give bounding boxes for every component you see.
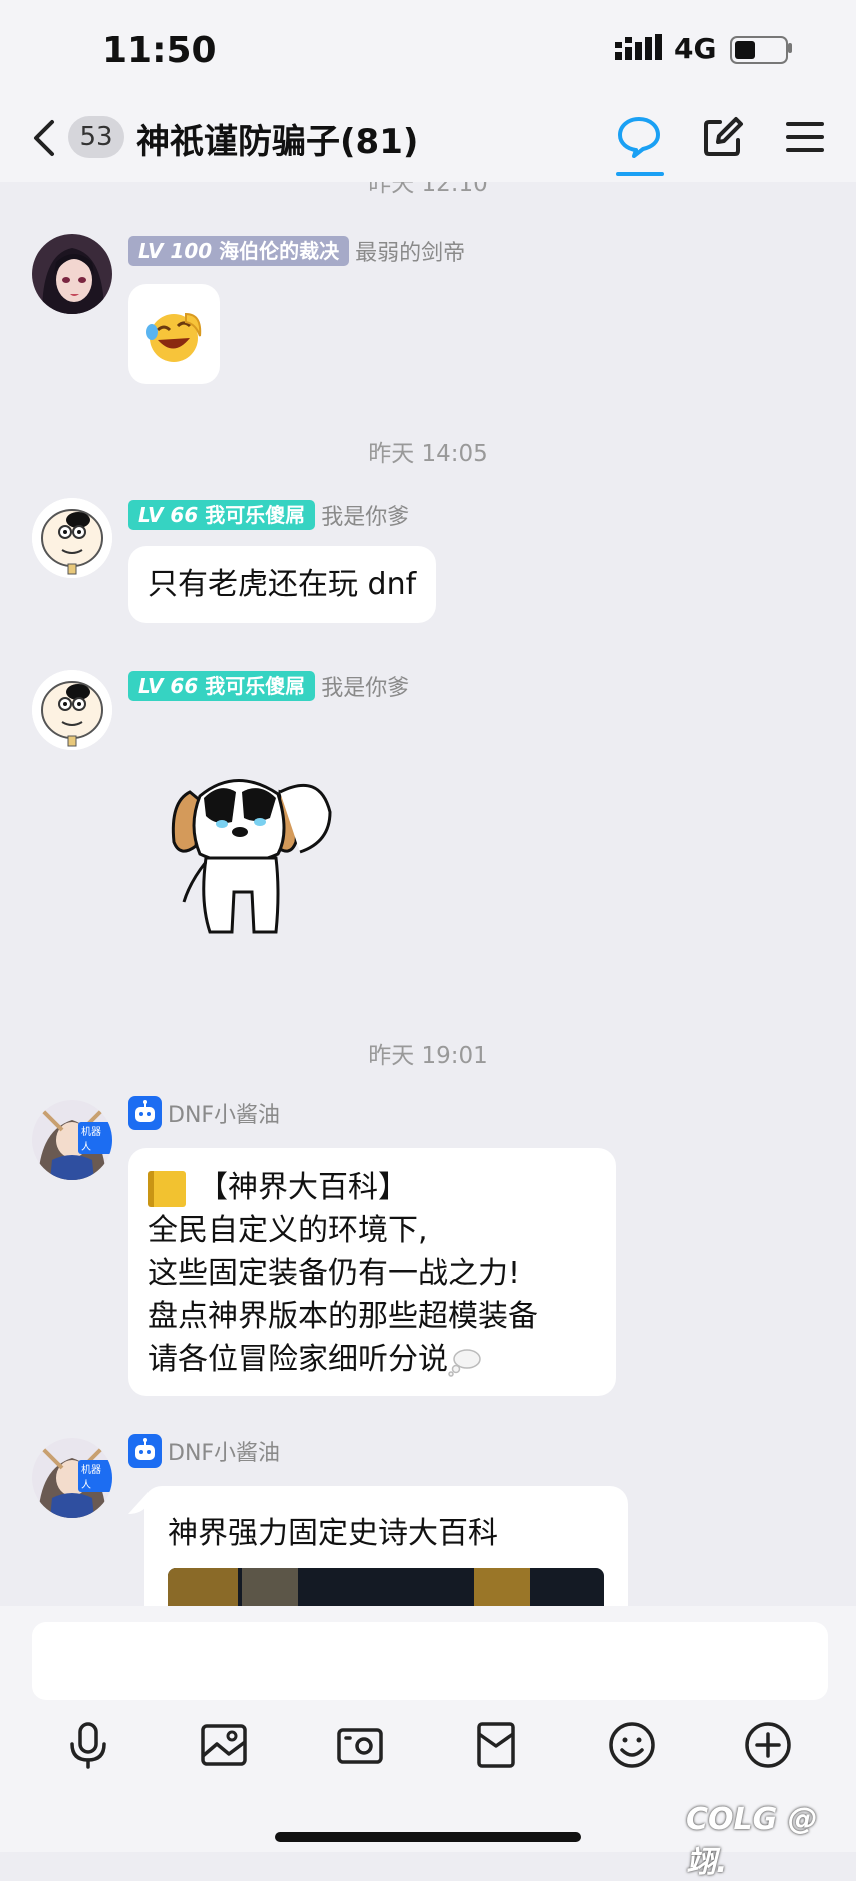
message-line-text: 请各位冒险家细听分说 (148, 1342, 448, 1377)
message-line: 这些固定装备仍有一战之力! (148, 1256, 521, 1291)
message-text: 只有老虎还在玩 dnf (148, 567, 417, 602)
timestamp: 昨天 12:10 (368, 182, 488, 197)
message-input[interactable] (32, 1622, 828, 1700)
status-bar: 11:50 4G (0, 0, 856, 100)
sender-line: LV 66 我可乐傻屌 我是你爹 (128, 670, 409, 702)
emoji-bubble[interactable] (128, 284, 220, 384)
level-title: 海伯伦的裁决 (219, 239, 340, 263)
avatar-image (32, 498, 112, 578)
chat-tab-indicator (616, 172, 664, 176)
sender-line: LV 100 海伯伦的裁决 最弱的剑帝 (128, 235, 465, 267)
chat-header: 53 神祇谨防骗子(81) (0, 100, 856, 182)
avatar[interactable]: 机器人 (32, 1438, 112, 1518)
menu-icon[interactable] (782, 114, 828, 160)
dog-sticker[interactable] (160, 762, 360, 942)
level-title: 我可乐傻屌 (205, 674, 306, 698)
message-bubble[interactable]: 【神界大百科】 全民自定义的环境下, 这些固定装备仍有一战之力! 盘点神界版本的… (128, 1148, 616, 1396)
equipment-icon (168, 1568, 238, 1606)
message-line: 【神界大百科】 (148, 1166, 538, 1209)
avatar[interactable] (32, 670, 112, 750)
sender-line: DNF小酱油 (128, 1096, 280, 1130)
sender-name[interactable]: 最弱的剑帝 (355, 235, 465, 267)
timestamp: 昨天 19:01 (368, 1043, 488, 1069)
avatar[interactable]: 机器人 (32, 1100, 112, 1180)
equipment-icon (242, 1568, 298, 1606)
level-number: LV 66 (138, 674, 199, 698)
unread-count-badge[interactable]: 53 (68, 116, 124, 158)
home-indicator[interactable] (275, 1832, 581, 1842)
saluting-dog-sticker-icon (171, 779, 332, 934)
card-message[interactable]: 神界强力固定史诗大百科 (128, 1486, 628, 1606)
avatar[interactable] (32, 234, 112, 314)
message-line: 全民自定义的环境下, (148, 1213, 428, 1248)
avatar[interactable] (32, 498, 112, 578)
sender-line: DNF小酱油 (128, 1434, 280, 1468)
card-image (168, 1568, 604, 1606)
message-line: 请各位冒险家细听分说 (148, 1338, 538, 1381)
chat-icon[interactable] (616, 114, 662, 160)
sender-line: LV 66 我可乐傻屌 我是你爹 (128, 499, 409, 531)
emoji-icon[interactable] (607, 1720, 657, 1770)
plus-icon[interactable] (743, 1720, 793, 1770)
network-type: 4G (674, 32, 717, 65)
message-text: 【神界大百科】 全民自定义的环境下, 这些固定装备仍有一战之力! 盘点神界版本的… (148, 1166, 538, 1381)
sender-name[interactable]: DNF小酱油 (168, 1097, 280, 1129)
microphone-icon[interactable] (63, 1720, 113, 1770)
timestamp: 昨天 14:05 (368, 441, 488, 467)
robot-icon (128, 1096, 162, 1130)
status-time: 11:50 (102, 30, 217, 71)
back-icon[interactable] (28, 118, 60, 158)
camera-icon[interactable] (335, 1720, 385, 1770)
notebook-icon (148, 1170, 186, 1207)
watermark: COLG @翊. (686, 1802, 818, 1880)
message-bubble[interactable]: 只有老虎还在玩 dnf (128, 546, 437, 623)
avatar-image (32, 234, 112, 314)
message-line: 盘点神界版本的那些超模装备 (148, 1299, 538, 1334)
laughing-emoji-icon (146, 312, 202, 362)
level-number: LV 100 (138, 239, 213, 263)
input-bar: COLG @翊. (0, 1606, 856, 1880)
bubble-tail (128, 1492, 148, 1514)
card-title: 神界强力固定史诗大百科 (168, 1516, 498, 1551)
level-title: 我可乐傻屌 (205, 503, 306, 527)
member-level-badge: LV 66 我可乐傻屌 (128, 671, 316, 701)
picture-icon[interactable] (199, 1720, 249, 1770)
red-packet-icon[interactable] (471, 1720, 521, 1770)
member-level-badge: LV 66 我可乐傻屌 (128, 500, 316, 530)
sender-name[interactable]: 我是你爹 (321, 499, 409, 531)
bot-tag: 机器人 (78, 1460, 112, 1492)
robot-icon (128, 1434, 162, 1468)
avatar-image (32, 670, 112, 750)
level-number: LV 66 (138, 503, 199, 527)
sender-name[interactable]: 我是你爹 (321, 670, 409, 702)
equipment-icon (474, 1568, 530, 1606)
thought-bubble-icon (448, 1346, 482, 1377)
member-level-badge: LV 100 海伯伦的裁决 (128, 236, 350, 266)
message-list[interactable]: 昨天 12:10 LV 100 海伯伦的裁决 最弱的剑帝 昨天 14:05 LV… (0, 182, 856, 1606)
battery-tip (788, 43, 792, 53)
bot-tag: 机器人 (78, 1122, 112, 1154)
message-line-text: 【神界大百科】 (198, 1170, 408, 1205)
sender-name[interactable]: DNF小酱油 (168, 1435, 280, 1467)
signal-icon (615, 34, 662, 60)
battery-icon (730, 36, 788, 64)
edit-icon[interactable] (700, 114, 746, 160)
group-title[interactable]: 神祇谨防骗子(81) (136, 114, 418, 163)
